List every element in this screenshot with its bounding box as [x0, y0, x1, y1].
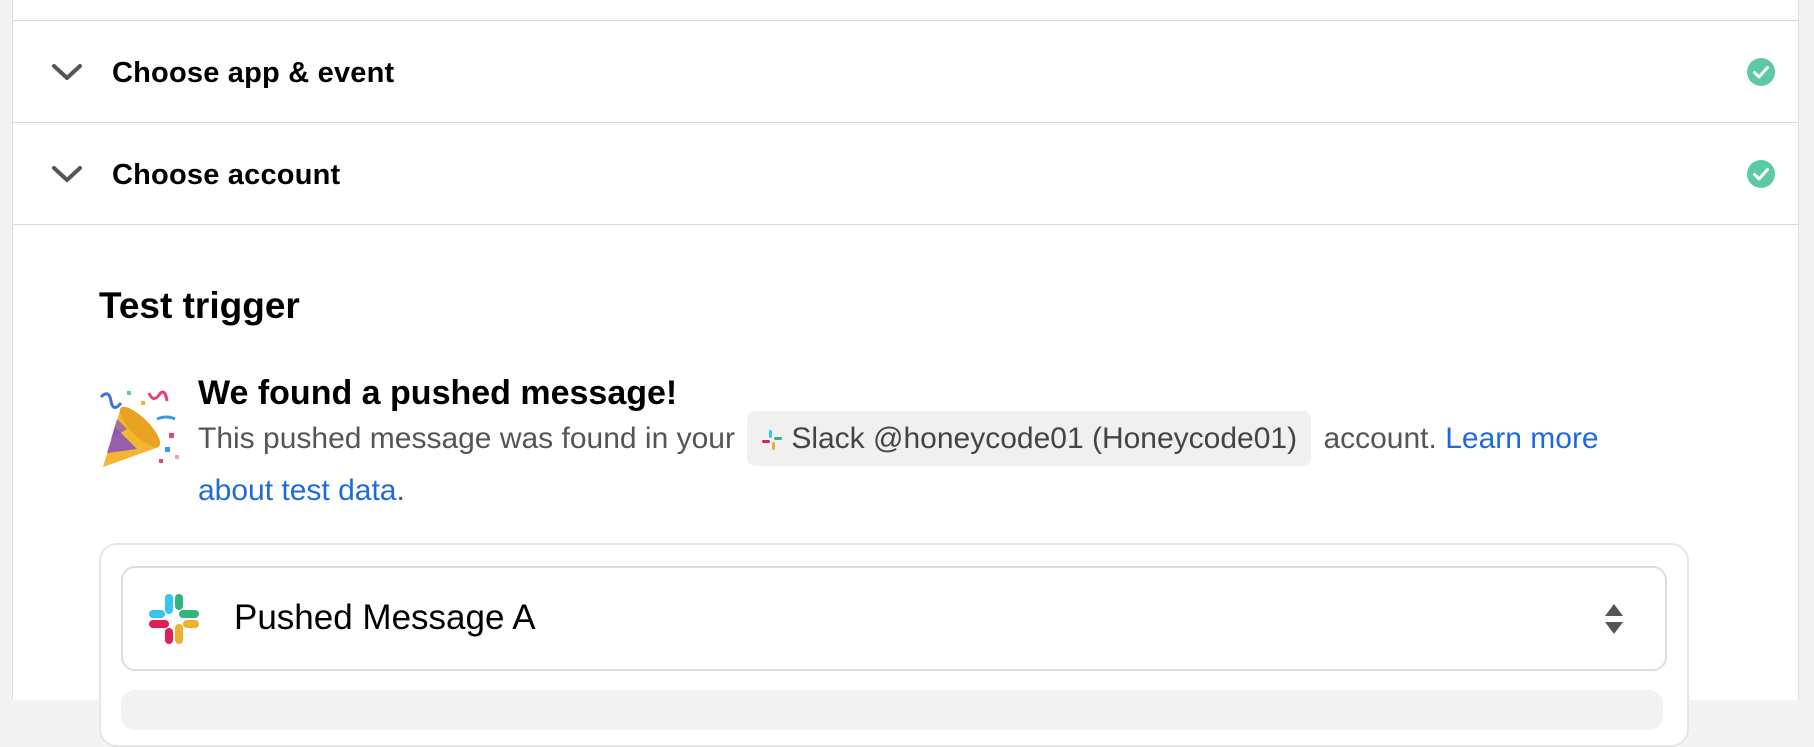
check-circle-icon: [1747, 58, 1775, 86]
account-chip-label: Slack @honeycode01 (Honeycode01): [791, 422, 1298, 455]
chevron-down-icon: [52, 64, 82, 80]
test-trigger-heading: Test trigger: [99, 285, 300, 326]
chevron-down-icon: [52, 166, 82, 182]
found-message-title: We found a pushed message!: [198, 374, 678, 412]
selector-label: Pushed Message A: [234, 598, 536, 637]
section-choose-account[interactable]: Choose account: [13, 123, 1798, 225]
party-popper-icon: [99, 390, 179, 467]
found-message-description: This pushed message was found in your Sl…: [198, 411, 1658, 516]
found-text-before: This pushed message was found in your: [198, 422, 735, 455]
slack-logo-icon: [762, 430, 783, 450]
period: .: [396, 474, 405, 507]
up-down-arrows-icon: [1605, 604, 1623, 634]
account-chip: Slack @honeycode01 (Honeycode01): [747, 411, 1312, 466]
section-title: Choose account: [112, 159, 341, 191]
check-circle-icon: [1747, 160, 1775, 188]
section-choose-app-event[interactable]: Choose app & event: [13, 21, 1798, 123]
section-title: Choose app & event: [112, 57, 395, 89]
next-field-box: [121, 690, 1663, 730]
found-text-after: account.: [1323, 422, 1437, 455]
slack-logo-icon: [149, 594, 199, 644]
message-selector[interactable]: Pushed Message A: [121, 566, 1667, 671]
